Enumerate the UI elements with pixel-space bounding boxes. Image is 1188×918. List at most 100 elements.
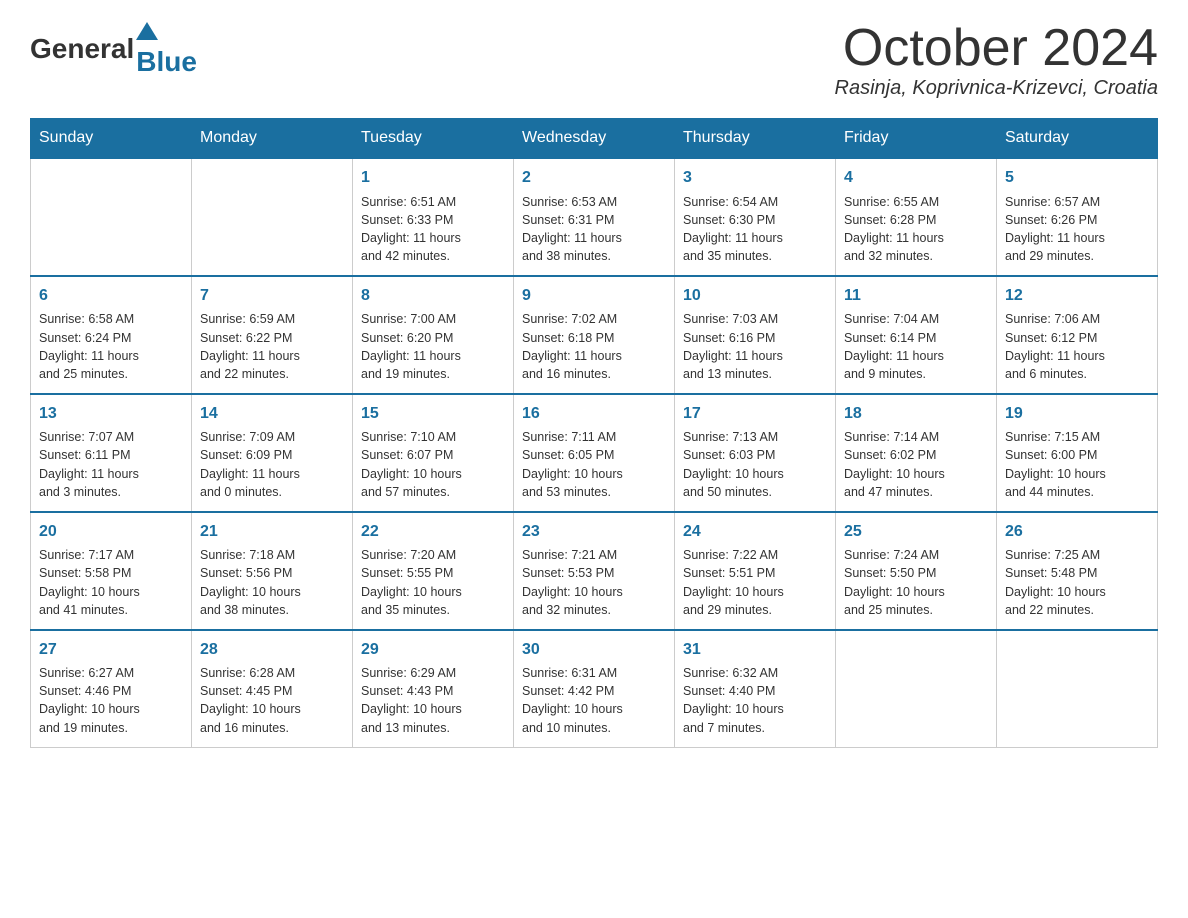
calendar-cell: 16 Sunrise: 7:11 AM Sunset: 6:05 PM Dayli… <box>514 394 675 512</box>
day-info: Sunrise: 6:58 AM Sunset: 6:24 PM Dayligh… <box>39 310 183 383</box>
day-info: Sunrise: 7:17 AM Sunset: 5:58 PM Dayligh… <box>39 546 183 619</box>
calendar-cell: 18Sunrise: 7:14 AM Sunset: 6:02 PM Dayli… <box>836 394 997 512</box>
week-row-2: 6Sunrise: 6:58 AM Sunset: 6:24 PM Daylig… <box>31 276 1158 394</box>
calendar-cell: 29Sunrise: 6:29 AM Sunset: 4:43 PM Dayli… <box>353 630 514 747</box>
day-info: Sunrise: 7:10 AM Sunset: 6:07 PM Dayligh… <box>361 428 505 501</box>
calendar-table: SundayMondayTuesdayWednesdayThursdayFrid… <box>30 118 1158 747</box>
calendar-cell: 19 Sunrise: 7:15 AM Sunset: 6:00 PM Dayli… <box>997 394 1158 512</box>
day-number: 23 <box>522 521 666 543</box>
day-number: 16 <box>522 403 666 425</box>
logo: General Blue <box>30 20 197 78</box>
day-info: Sunrise: 7:14 AM Sunset: 6:02 PM Dayligh… <box>844 428 988 501</box>
day-number: 21 <box>200 521 344 543</box>
calendar-cell: 14 Sunrise: 7:09 AM Sunset: 6:09 PM Dayli… <box>192 394 353 512</box>
calendar-cell: 8 Sunrise: 7:00 AM Sunset: 6:20 PM Daylig… <box>353 276 514 394</box>
calendar-cell: 26 Sunrise: 7:25 AM Sunset: 5:48 PM Dayli… <box>997 512 1158 630</box>
day-number: 9 <box>522 285 666 307</box>
week-row-4: 20 Sunrise: 7:17 AM Sunset: 5:58 PM Dayli… <box>31 512 1158 630</box>
day-info: Sunrise: 7:04 AM Sunset: 6:14 PM Dayligh… <box>844 310 988 383</box>
day-number: 3 <box>683 167 827 189</box>
day-number: 28 <box>200 639 344 661</box>
day-number: 20 <box>39 521 183 543</box>
calendar-cell: 17 Sunrise: 7:13 AM Sunset: 6:03 PM Dayli… <box>675 394 836 512</box>
calendar-cell: 2 Sunrise: 6:53 AM Sunset: 6:31 PM Daylig… <box>514 158 675 276</box>
day-info: Sunrise: 7:24 AM Sunset: 5:50 PM Dayligh… <box>844 546 988 619</box>
month-title: October 2024 <box>835 20 1158 77</box>
day-number: 30 <box>522 639 666 661</box>
calendar-cell: 20 Sunrise: 7:17 AM Sunset: 5:58 PM Dayli… <box>31 512 192 630</box>
day-info: Sunrise: 6:27 AM Sunset: 4:46 PM Dayligh… <box>39 664 183 737</box>
day-number: 25 <box>844 521 988 543</box>
day-info: Sunrise: 6:32 AM Sunset: 4:40 PM Dayligh… <box>683 664 827 737</box>
location-text: Rasinja, Koprivnica-Krizevci, Croatia <box>835 77 1158 100</box>
day-info: Sunrise: 6:59 AM Sunset: 6:22 PM Dayligh… <box>200 310 344 383</box>
day-number: 13 <box>39 403 183 425</box>
logo-text: General Blue <box>30 20 197 78</box>
day-info: Sunrise: 7:02 AM Sunset: 6:18 PM Dayligh… <box>522 310 666 383</box>
day-number: 22 <box>361 521 505 543</box>
calendar-cell: 9 Sunrise: 7:02 AM Sunset: 6:18 PM Daylig… <box>514 276 675 394</box>
header-saturday: Saturday <box>997 119 1158 159</box>
calendar-cell: 6Sunrise: 6:58 AM Sunset: 6:24 PM Daylig… <box>31 276 192 394</box>
calendar-cell: 15Sunrise: 7:10 AM Sunset: 6:07 PM Dayli… <box>353 394 514 512</box>
calendar-cell: 24Sunrise: 7:22 AM Sunset: 5:51 PM Dayli… <box>675 512 836 630</box>
calendar-cell: 22Sunrise: 7:20 AM Sunset: 5:55 PM Dayli… <box>353 512 514 630</box>
day-info: Sunrise: 6:51 AM Sunset: 6:33 PM Dayligh… <box>361 193 505 266</box>
calendar-header-row: SundayMondayTuesdayWednesdayThursdayFrid… <box>31 119 1158 159</box>
day-info: Sunrise: 7:06 AM Sunset: 6:12 PM Dayligh… <box>1005 310 1149 383</box>
day-info: Sunrise: 7:18 AM Sunset: 5:56 PM Dayligh… <box>200 546 344 619</box>
day-number: 12 <box>1005 285 1149 307</box>
day-number: 19 <box>1005 403 1149 425</box>
day-number: 27 <box>39 639 183 661</box>
logo-blue-part: Blue <box>136 20 197 78</box>
day-info: Sunrise: 7:25 AM Sunset: 5:48 PM Dayligh… <box>1005 546 1149 619</box>
day-info: Sunrise: 6:53 AM Sunset: 6:31 PM Dayligh… <box>522 193 666 266</box>
calendar-cell: 3 Sunrise: 6:54 AM Sunset: 6:30 PM Daylig… <box>675 158 836 276</box>
day-number: 31 <box>683 639 827 661</box>
calendar-cell: 5Sunrise: 6:57 AM Sunset: 6:26 PM Daylig… <box>997 158 1158 276</box>
day-number: 5 <box>1005 167 1149 189</box>
calendar-cell: 1 Sunrise: 6:51 AM Sunset: 6:33 PM Daylig… <box>353 158 514 276</box>
header-thursday: Thursday <box>675 119 836 159</box>
calendar-cell <box>997 630 1158 747</box>
calendar-cell: 10Sunrise: 7:03 AM Sunset: 6:16 PM Dayli… <box>675 276 836 394</box>
logo-blue-text: Blue <box>136 46 197 78</box>
calendar-cell <box>836 630 997 747</box>
calendar-cell: 25 Sunrise: 7:24 AM Sunset: 5:50 PM Dayli… <box>836 512 997 630</box>
day-info: Sunrise: 7:13 AM Sunset: 6:03 PM Dayligh… <box>683 428 827 501</box>
week-row-1: 1 Sunrise: 6:51 AM Sunset: 6:33 PM Daylig… <box>31 158 1158 276</box>
day-number: 8 <box>361 285 505 307</box>
calendar-cell: 12 Sunrise: 7:06 AM Sunset: 6:12 PM Dayli… <box>997 276 1158 394</box>
page-header: General Blue October 2024 Rasinja, Kopri… <box>30 20 1158 100</box>
day-number: 7 <box>200 285 344 307</box>
day-info: Sunrise: 7:07 AM Sunset: 6:11 PM Dayligh… <box>39 428 183 501</box>
day-info: Sunrise: 7:03 AM Sunset: 6:16 PM Dayligh… <box>683 310 827 383</box>
day-number: 14 <box>200 403 344 425</box>
day-info: Sunrise: 6:54 AM Sunset: 6:30 PM Dayligh… <box>683 193 827 266</box>
day-number: 24 <box>683 521 827 543</box>
day-number: 26 <box>1005 521 1149 543</box>
header-monday: Monday <box>192 119 353 159</box>
title-area: October 2024 Rasinja, Koprivnica-Krizevc… <box>835 20 1158 100</box>
day-info: Sunrise: 7:15 AM Sunset: 6:00 PM Dayligh… <box>1005 428 1149 501</box>
calendar-cell: 13 Sunrise: 7:07 AM Sunset: 6:11 PM Dayli… <box>31 394 192 512</box>
day-info: Sunrise: 6:29 AM Sunset: 4:43 PM Dayligh… <box>361 664 505 737</box>
day-number: 1 <box>361 167 505 189</box>
logo-general: General <box>30 33 134 65</box>
calendar-cell <box>192 158 353 276</box>
calendar-cell: 31 Sunrise: 6:32 AM Sunset: 4:40 PM Dayli… <box>675 630 836 747</box>
week-row-5: 27 Sunrise: 6:27 AM Sunset: 4:46 PM Dayli… <box>31 630 1158 747</box>
calendar-cell <box>31 158 192 276</box>
day-number: 17 <box>683 403 827 425</box>
header-tuesday: Tuesday <box>353 119 514 159</box>
day-info: Sunrise: 7:00 AM Sunset: 6:20 PM Dayligh… <box>361 310 505 383</box>
day-number: 11 <box>844 285 988 307</box>
calendar-cell: 4Sunrise: 6:55 AM Sunset: 6:28 PM Daylig… <box>836 158 997 276</box>
day-info: Sunrise: 7:11 AM Sunset: 6:05 PM Dayligh… <box>522 428 666 501</box>
week-row-3: 13 Sunrise: 7:07 AM Sunset: 6:11 PM Dayli… <box>31 394 1158 512</box>
day-info: Sunrise: 6:31 AM Sunset: 4:42 PM Dayligh… <box>522 664 666 737</box>
calendar-cell: 11 Sunrise: 7:04 AM Sunset: 6:14 PM Dayli… <box>836 276 997 394</box>
day-number: 2 <box>522 167 666 189</box>
day-info: Sunrise: 7:09 AM Sunset: 6:09 PM Dayligh… <box>200 428 344 501</box>
day-number: 4 <box>844 167 988 189</box>
